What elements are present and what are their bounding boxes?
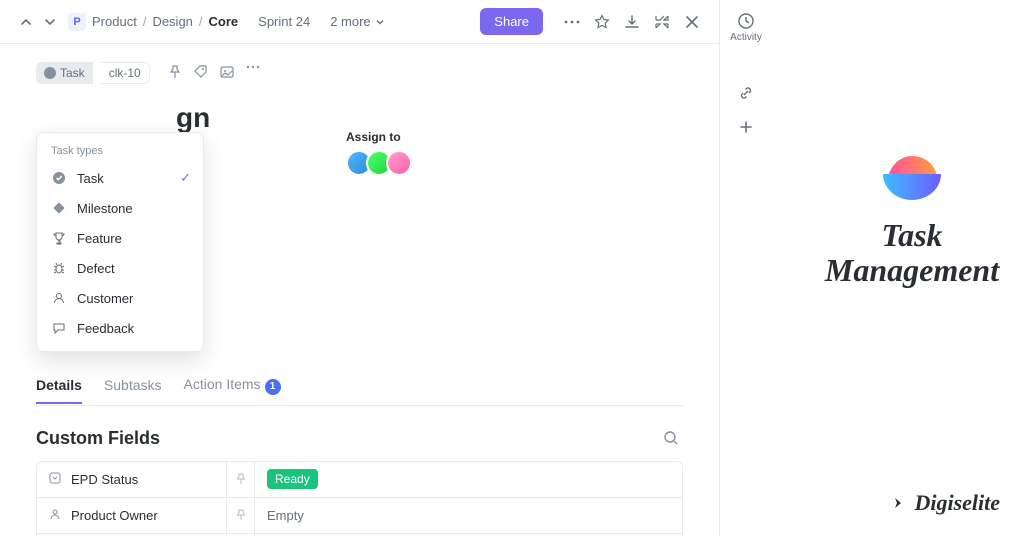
pin-icon[interactable] xyxy=(168,65,184,81)
nav-down-icon[interactable] xyxy=(42,14,58,30)
task-type-option-task[interactable]: Task ✓ xyxy=(37,163,203,193)
table-row: Product Owner Empty xyxy=(37,498,682,534)
badge: 1 xyxy=(265,379,281,395)
task-type-option-feature[interactable]: Feature xyxy=(37,223,203,253)
custom-fields-title: Custom Fields xyxy=(36,428,663,449)
status-pill: Ready xyxy=(267,469,318,489)
assignee-avatars[interactable] xyxy=(346,150,683,176)
custom-fields-table: EPD Status Ready Product Owner Empty xyxy=(36,461,683,536)
assign-label: Assign to xyxy=(346,130,683,144)
star-icon[interactable] xyxy=(593,13,611,31)
task-id-chip[interactable]: clk-10 xyxy=(101,62,150,84)
close-icon[interactable] xyxy=(683,13,701,31)
task-title[interactable]: gn xyxy=(36,102,210,134)
task-type-option-customer[interactable]: Customer xyxy=(37,283,203,313)
search-icon[interactable] xyxy=(663,430,683,446)
more-icon[interactable] xyxy=(246,65,262,81)
tab-details[interactable]: Details xyxy=(36,367,82,403)
breadcrumb-item[interactable]: Design xyxy=(152,14,192,29)
task-type-option-feedback[interactable]: Feedback xyxy=(37,313,203,343)
breadcrumb-item[interactable]: Product xyxy=(92,14,137,29)
topbar: P Product / Design / Core Sprint 24 2 mo… xyxy=(0,0,719,44)
image-icon[interactable] xyxy=(220,65,236,81)
promo-block: Task Management xyxy=(810,150,1014,288)
field-value[interactable]: Empty xyxy=(255,508,682,523)
task-type-option-defect[interactable]: Defect xyxy=(37,253,203,283)
task-chips: Task clk-10 xyxy=(36,62,683,84)
table-row: EPD Status Ready xyxy=(37,462,682,498)
trophy-icon xyxy=(51,230,67,246)
breadcrumb-item[interactable]: Core xyxy=(209,14,239,29)
nav-up-icon[interactable] xyxy=(18,14,34,30)
more-icon[interactable] xyxy=(563,13,581,31)
add-icon[interactable] xyxy=(738,119,754,135)
wing-icon xyxy=(890,496,912,510)
pin-icon[interactable] xyxy=(227,462,255,497)
diamond-icon xyxy=(51,200,67,216)
task-type-dropdown: Task types Task ✓ Milestone Feature Defe… xyxy=(36,132,204,352)
avatar[interactable] xyxy=(386,150,412,176)
breadcrumb: P Product / Design / Core Sprint 24 2 mo… xyxy=(68,13,385,31)
bug-icon xyxy=(51,260,67,276)
link-icon[interactable] xyxy=(738,85,754,101)
clickup-logo-icon xyxy=(877,150,947,206)
check-icon: ✓ xyxy=(180,170,191,186)
pin-icon[interactable] xyxy=(227,498,255,533)
collapse-icon[interactable] xyxy=(653,13,671,31)
chat-icon xyxy=(51,320,67,336)
brand-logo: Digiselite xyxy=(890,490,1000,516)
tab-action-items[interactable]: Action Items1 xyxy=(184,366,281,405)
tab-subtasks[interactable]: Subtasks xyxy=(104,367,162,403)
status-dot-icon xyxy=(44,67,56,79)
project-badge[interactable]: P xyxy=(68,13,86,31)
breadcrumb-more[interactable]: 2 more xyxy=(330,14,384,29)
circle-check-icon xyxy=(51,170,67,186)
share-button[interactable]: Share xyxy=(480,8,543,35)
activity-label: Activity xyxy=(730,32,762,43)
person-icon xyxy=(51,290,67,306)
task-type-option-milestone[interactable]: Milestone xyxy=(37,193,203,223)
tag-icon[interactable] xyxy=(194,65,210,81)
task-type-chip[interactable]: Task xyxy=(36,62,93,84)
breadcrumb-trailing[interactable]: Sprint 24 xyxy=(258,14,310,29)
activity-icon[interactable] xyxy=(737,12,755,30)
tabs: Details Subtasks Action Items1 xyxy=(36,366,683,406)
person-field-icon xyxy=(49,508,63,522)
dropdown-header: Task types xyxy=(37,141,203,163)
dropdown-field-icon xyxy=(49,472,63,486)
promo-title: Task Management xyxy=(825,218,999,288)
download-icon[interactable] xyxy=(623,13,641,31)
